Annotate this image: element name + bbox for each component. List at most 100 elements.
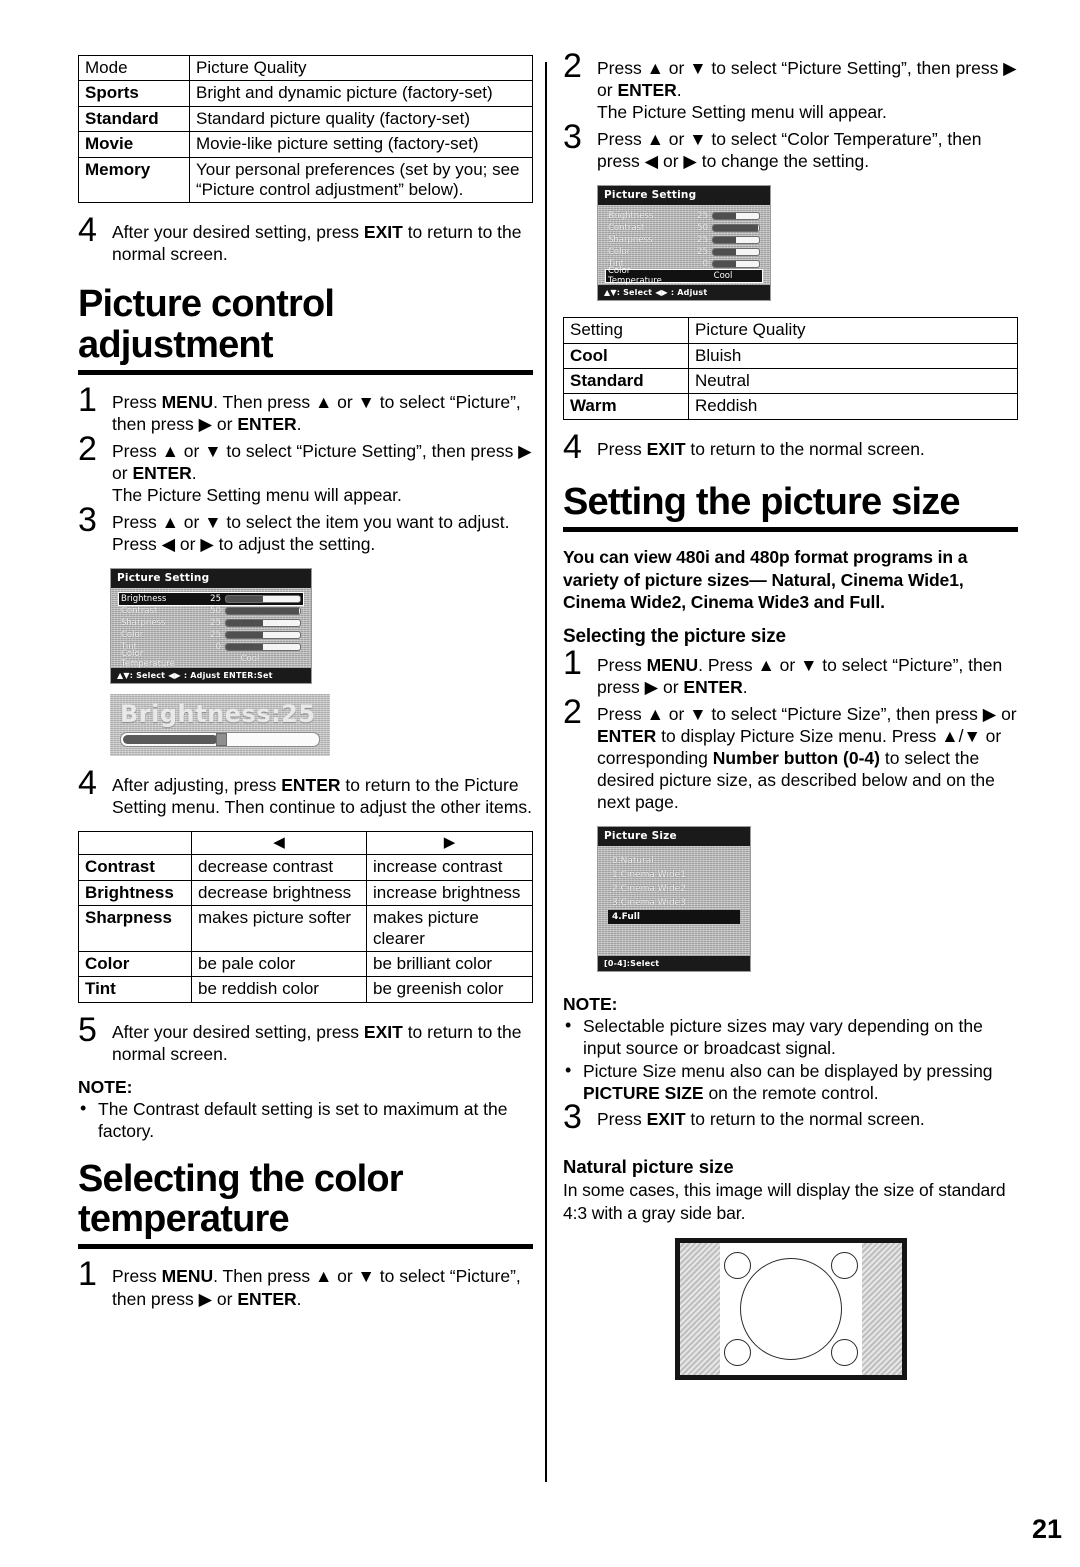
osd-setting-slider[interactable] xyxy=(225,607,301,616)
osd-setting-row[interactable]: Brightness 25 xyxy=(606,210,762,222)
osd-setting-row[interactable]: Sharpness 25 xyxy=(606,234,762,246)
osd-setting-row[interactable]: Color Temperature Cool xyxy=(605,266,763,286)
text-run: Press xyxy=(112,1266,162,1287)
step-text: Press MENU. Then press ▲ or ▼ to select … xyxy=(112,389,533,435)
table-row: Sports Bright and dynamic picture (facto… xyxy=(78,80,533,107)
step-number: 3 xyxy=(78,501,97,540)
note-title: NOTE: xyxy=(78,1076,133,1097)
osd-setting-row[interactable]: Color 25 xyxy=(119,629,303,641)
step-4-adjust: 4 After adjusting, press ENTER to return… xyxy=(78,766,533,818)
osd-picture-size-option[interactable]: 1.Cinema Wide1 xyxy=(608,868,740,882)
table-row: Memory Your personal preferences (set by… xyxy=(78,156,533,204)
osd-setting-value: 25 xyxy=(210,630,221,641)
osd-setting-value: 0 xyxy=(702,259,708,270)
osd-setting-label: Color xyxy=(608,247,631,258)
gray-side-bar-left xyxy=(679,1243,720,1376)
key-label: ENTER xyxy=(683,676,743,697)
key-label: ENTER xyxy=(237,1288,297,1309)
osd-setting-slider[interactable] xyxy=(712,212,760,221)
step-text: Press ▲ or ▼ to select “Picture Setting”… xyxy=(597,55,1018,123)
page-number: 21 xyxy=(1031,1514,1062,1544)
picture-size-step-3: 3 Press EXIT to return to the normal scr… xyxy=(563,1100,1018,1134)
table-row: Brightness decrease brightness increase … xyxy=(78,879,533,907)
text-run: Press ▲ or ▼ to select “Color Temperatur… xyxy=(597,129,982,172)
step-text: Press EXIT to return to the normal scree… xyxy=(597,436,1018,460)
corner-circle-top-left xyxy=(723,1252,751,1280)
text-run: Selectable picture sizes may vary depend… xyxy=(583,1015,983,1058)
osd-setting-row[interactable]: Sharpness 25 xyxy=(119,617,303,629)
key-label: EXIT xyxy=(363,1021,403,1042)
gray-side-bar-right xyxy=(861,1243,902,1376)
note-bullet-list: The Contrast default setting is set to m… xyxy=(78,1097,533,1142)
quality-standard: Neutral xyxy=(688,368,1018,395)
key-label: ENTER xyxy=(281,775,341,796)
osd-setting-slider[interactable] xyxy=(225,631,301,640)
osd-footer-hints: [0-4]:Select xyxy=(598,955,750,971)
osd-picture-size-option[interactable]: 3.Cinema Wide3 xyxy=(608,896,740,910)
picture-quality-table: Mode Picture Quality Sports Bright and d… xyxy=(78,54,533,204)
osd-setting-slider[interactable] xyxy=(225,595,301,604)
step-number: 1 xyxy=(78,380,97,419)
osd-setting-slider[interactable] xyxy=(225,643,301,652)
osd-setting-label: Color Temperature xyxy=(608,266,662,287)
table-row: Sharpness makes picture softer makes pic… xyxy=(78,905,533,952)
color-temp-step-2: 2 Press ▲ or ▼ to select “Picture Settin… xyxy=(563,49,1018,123)
heading-rule xyxy=(78,1244,533,1250)
osd-setting-row[interactable]: Contrast 50 xyxy=(606,222,762,234)
osd-setting-value: Cool xyxy=(713,271,733,282)
osd-setting-label: Sharpness xyxy=(121,618,166,629)
table-header-quality: Picture Quality xyxy=(189,54,533,82)
osd-slider-fill xyxy=(713,213,736,220)
osd-title: Picture Setting xyxy=(111,569,311,589)
key-label: Number button (0-4) xyxy=(712,747,880,768)
osd-setting-row[interactable]: Color 25 xyxy=(606,246,762,258)
adjust-item-sharpness: Sharpness xyxy=(78,905,192,952)
picture-size-step-1: 1 Press MENU. Press ▲ or ▼ to select “Pi… xyxy=(563,645,1018,698)
adjust-right-sharpness: makes picture clearer xyxy=(366,905,533,952)
osd-slider-fill xyxy=(226,644,263,651)
adjust-left-color: be pale color xyxy=(191,950,367,978)
table-row: Mode Picture Quality xyxy=(78,54,533,82)
adjust-left-tint: be reddish color xyxy=(191,976,367,1003)
step-3: 3 Press ▲ or ▼ to select the item you wa… xyxy=(78,503,533,555)
osd-picture-size-menu: Picture Size 0.Natural 1.Cinema Wide1 2.Ci… xyxy=(597,825,751,972)
picture-size-step-2: 2 Press ▲ or ▼ to select “Picture Size”,… xyxy=(563,694,1018,813)
osd-setting-slider[interactable] xyxy=(712,260,760,269)
heading-rule xyxy=(563,527,1018,533)
text-run: After your desired setting, press xyxy=(112,1021,364,1042)
osd-setting-slider[interactable] xyxy=(712,248,760,257)
osd-setting-label: Contrast xyxy=(608,223,645,234)
osd-setting-row[interactable]: Contrast 50 xyxy=(119,605,303,617)
osd-slider-fill xyxy=(713,249,736,256)
step-text: Press MENU. Then press ▲ or ▼ to select … xyxy=(112,1263,533,1309)
key-label: ENTER xyxy=(597,725,657,746)
heading-rule xyxy=(78,369,533,375)
osd-setting-row[interactable]: Color Temperature Cool xyxy=(119,649,303,669)
step-text: After your desired setting, press EXIT t… xyxy=(112,219,533,265)
osd-setting-slider[interactable] xyxy=(712,236,760,245)
osd-picture-size-option[interactable]: 0.Natural xyxy=(608,854,740,868)
osd-setting-row[interactable]: Brightness 25 xyxy=(118,592,304,607)
osd-picture-size-option[interactable]: 2.Cinema Wide2 xyxy=(608,882,740,896)
step-text: Press ▲ or ▼ to select “Picture Size”, t… xyxy=(597,701,1018,813)
note-bullet-list: Selectable picture sizes may vary depend… xyxy=(563,1014,1018,1104)
step-number: 3 xyxy=(563,118,582,157)
osd-brightness-fill xyxy=(123,735,218,745)
key-exit: EXIT xyxy=(363,222,403,243)
table-row: Setting Picture Quality xyxy=(563,317,1018,344)
text-run: After adjusting, press xyxy=(112,775,282,796)
color-temp-step-1: 1 Press MENU. Then press ▲ or ▼ to selec… xyxy=(78,1257,533,1309)
table-row: Color be pale color be brilliant color xyxy=(78,950,533,978)
osd-setting-slider[interactable] xyxy=(712,224,760,233)
osd-picture-size-option[interactable]: 4.Full xyxy=(608,909,740,924)
step-4-exit-above: 4 After your desired setting, press EXIT… xyxy=(78,213,533,265)
osd-footer-hints: ▲▼: Select ◀▶ : Adjust xyxy=(598,285,770,301)
adjust-right-tint: be greenish color xyxy=(366,976,533,1003)
key-label: ENTER xyxy=(237,414,297,435)
text-run: The Picture Setting menu will appear. xyxy=(597,102,887,123)
osd-setting-slider[interactable] xyxy=(225,619,301,628)
adjust-item-contrast: Contrast xyxy=(78,854,192,881)
column-divider xyxy=(545,62,547,1482)
step-number: 3 xyxy=(563,1098,582,1137)
quality-cool: Bluish xyxy=(688,342,1018,370)
